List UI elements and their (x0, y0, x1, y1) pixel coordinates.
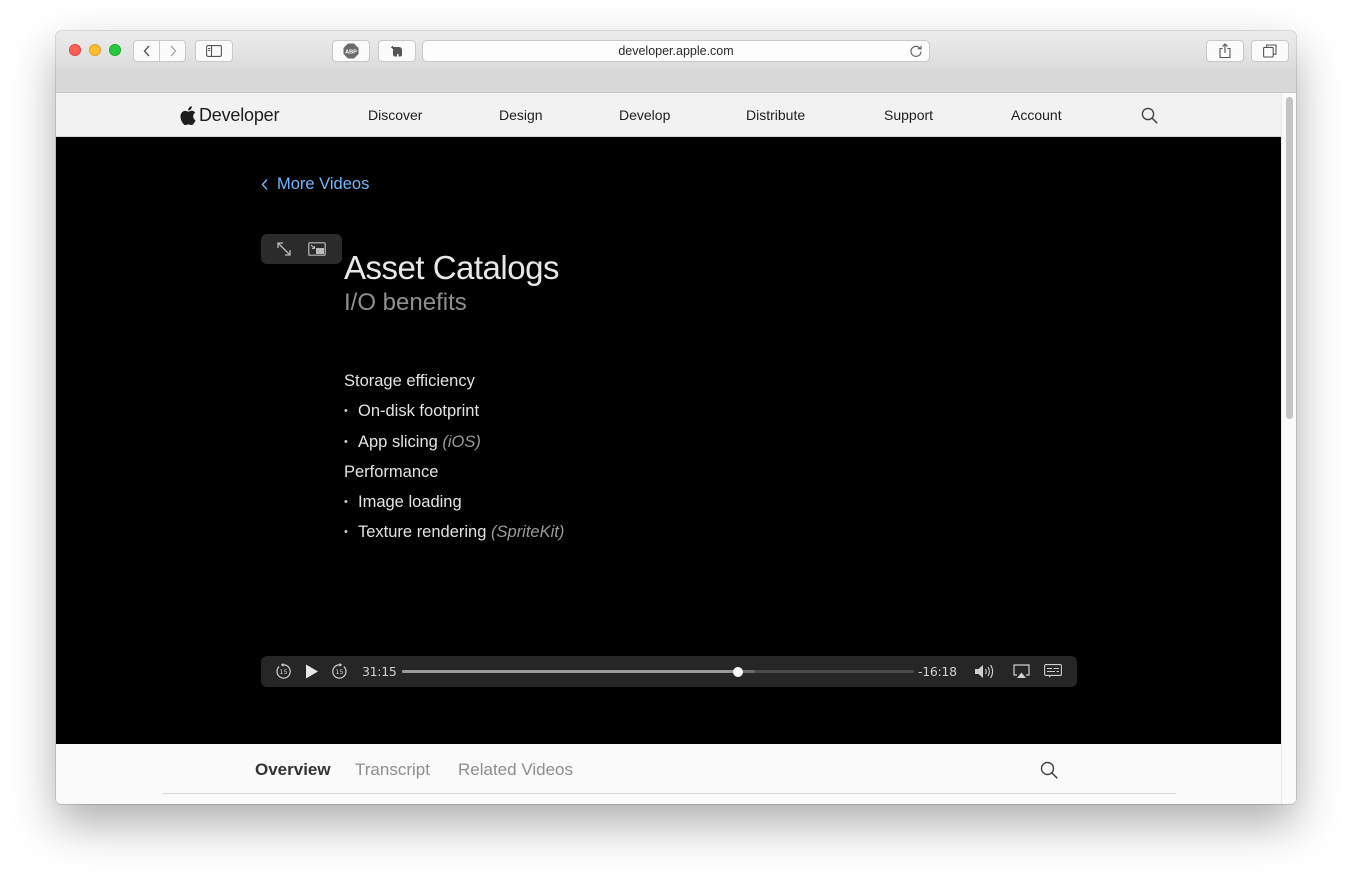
scrollbar-thumb[interactable] (1286, 97, 1293, 419)
abp-label: ABP (345, 50, 357, 56)
elapsed-time: 31:15 (362, 664, 397, 679)
reload-icon[interactable] (909, 44, 923, 58)
share-button[interactable] (1206, 40, 1244, 62)
developer-logo[interactable]: Developer (180, 104, 279, 126)
slide-item: App slicing (iOS) (344, 427, 744, 457)
tab-related-videos[interactable]: Related Videos (458, 760, 573, 780)
nav-discover[interactable]: Discover (368, 107, 422, 123)
tabs-overview-icon (1263, 44, 1277, 58)
tab-overview[interactable]: Overview (255, 760, 331, 780)
nav-design[interactable]: Design (499, 107, 543, 123)
skip-back-label: 15 (279, 668, 287, 676)
nav-distribute[interactable]: Distribute (746, 107, 805, 123)
fullscreen-icon[interactable] (275, 241, 293, 257)
player-top-controls (261, 234, 342, 264)
adblock-extension-button[interactable]: ABP (332, 40, 370, 62)
close-window-button[interactable] (69, 44, 81, 56)
more-videos-label: More Videos (277, 175, 370, 193)
sidebar-toggle-button[interactable] (195, 40, 233, 62)
page-scrollbar[interactable] (1281, 93, 1296, 804)
slide-subtitle: I/O benefits (344, 289, 467, 316)
skip-forward-15-icon[interactable]: 15 (331, 663, 348, 680)
progress-slider[interactable] (402, 666, 914, 677)
picture-in-picture-icon[interactable] (308, 241, 326, 257)
skip-forward-label: 15 (335, 668, 343, 676)
video-player[interactable]: More Videos Asset Catalogs I/O benefits … (56, 137, 1281, 744)
elephant-icon (390, 45, 402, 57)
slide-item: Image loading (344, 487, 744, 517)
slide-title: Asset Catalogs (344, 249, 559, 286)
browser-toolbar: ABP developer.apple.com (56, 31, 1296, 69)
slide-item-note: (iOS) (442, 432, 481, 451)
slide-item: Performance (344, 462, 439, 481)
slide-item: Storage efficiency (344, 372, 475, 390)
share-icon (1219, 43, 1231, 59)
video-detail-tabs: Overview Transcript Related Videos (56, 744, 1281, 804)
scrubber-thumb[interactable] (732, 666, 743, 677)
chevron-left-icon (261, 179, 268, 190)
remaining-time: -16:18 (918, 664, 957, 679)
video-slide: Asset Catalogs I/O benefits Storage effi… (344, 249, 564, 548)
nav-account[interactable]: Account (1011, 107, 1062, 123)
apple-logo-icon (180, 105, 196, 125)
captions-icon[interactable] (1044, 664, 1062, 678)
minimize-window-button[interactable] (89, 44, 101, 56)
show-all-tabs-button[interactable] (1251, 40, 1289, 62)
played-range (402, 670, 738, 673)
tab-strip (56, 69, 1296, 93)
url-text: developer.apple.com (618, 44, 734, 58)
player-controls-bar: 15 15 31:15 -16:18 (261, 656, 1077, 687)
airplay-icon[interactable] (1013, 664, 1030, 679)
zoom-window-button[interactable] (109, 44, 121, 56)
browser-window: ABP developer.apple.com Developer Discov… (56, 31, 1296, 804)
search-icon[interactable] (1141, 107, 1158, 124)
back-button[interactable] (133, 40, 160, 62)
slide-item-note: (SpriteKit) (491, 523, 565, 542)
tab-transcript[interactable]: Transcript (355, 760, 430, 780)
search-icon[interactable] (1040, 761, 1058, 779)
adblock-icon: ABP (343, 43, 359, 59)
more-videos-link[interactable]: More Videos (261, 175, 369, 194)
volume-icon[interactable] (974, 664, 996, 679)
play-icon[interactable] (305, 664, 319, 679)
chevron-left-icon (143, 45, 150, 57)
slide-item: On-disk footprint (344, 396, 744, 426)
slide-bullet-list: Storage efficiency On-disk footprint App… (344, 366, 744, 548)
sidebar-icon (206, 45, 222, 57)
nav-develop[interactable]: Develop (619, 107, 670, 123)
forward-button[interactable] (159, 40, 186, 62)
address-bar[interactable]: developer.apple.com (422, 40, 930, 62)
slide-item: Texture rendering (SpriteKit) (344, 517, 744, 547)
nav-support[interactable]: Support (884, 107, 933, 123)
evernote-extension-button[interactable] (378, 40, 416, 62)
logo-text: Developer (199, 104, 280, 125)
chevron-right-icon (169, 45, 176, 57)
skip-back-15-icon[interactable]: 15 (275, 663, 292, 680)
divider (162, 793, 1176, 794)
developer-global-nav: Developer Discover Design Develop Distri… (56, 93, 1281, 137)
